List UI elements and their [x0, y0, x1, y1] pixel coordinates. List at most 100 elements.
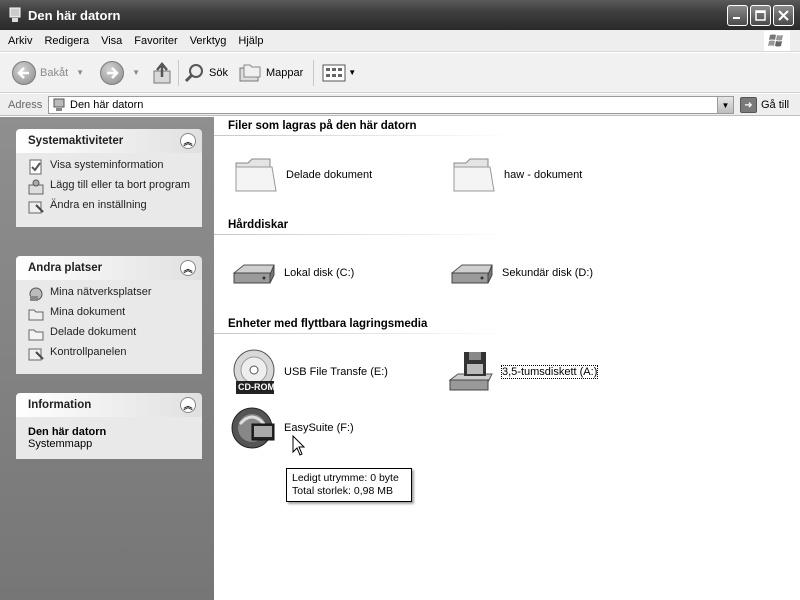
back-dropdown-icon[interactable]: ▼ [76, 68, 84, 77]
toolbar-separator [177, 59, 179, 86]
minimize-icon [733, 17, 740, 19]
place-my-documents[interactable]: Mina dokument [28, 306, 194, 322]
menu-favoriter[interactable]: Favoriter [128, 35, 183, 47]
menu-bar: Arkiv Redigera Visa Favoriter Verktyg Hj… [0, 30, 800, 52]
folders-label: Mappar [265, 66, 304, 79]
search-icon [184, 63, 203, 82]
group-divider [214, 135, 514, 136]
menu-hjalp[interactable]: Hjälp [232, 35, 269, 47]
drive-tooltip: Ledigt utrymme: 0 byte Total storlek: 0,… [286, 468, 412, 502]
folder-icon [453, 158, 495, 192]
forward-dropdown-icon[interactable]: ▼ [132, 68, 140, 77]
information-panel: Information ︽ Den här datorn Systemmapp [16, 393, 202, 459]
forward-button[interactable]: ▼ [100, 58, 140, 88]
place-label: Kontrollpanelen [50, 346, 127, 358]
task-view-system-info[interactable]: Visa systeminformation [28, 159, 194, 175]
mouse-cursor-icon [292, 435, 306, 456]
toolbar-separator [313, 59, 315, 86]
collapse-icon[interactable]: ︽ [180, 133, 196, 149]
item-label: 3,5-tumsdiskett (A:) [500, 365, 599, 379]
maximize-button[interactable] [750, 5, 771, 26]
group-header-files: Filer som lagras på den här datorn [228, 120, 417, 132]
close-button[interactable] [773, 5, 794, 26]
panel-title: Systemaktiviteter [28, 135, 124, 147]
panel-title: Andra platser [28, 262, 103, 274]
drive-local-c[interactable]: Lokal disk (C:) [230, 249, 354, 297]
system-tasks-panel: Systemaktiviteter ︽ Visa systeminformati… [16, 129, 202, 227]
menu-redigera[interactable]: Redigera [38, 35, 95, 47]
toolbar: Bakåt ▼ ▼ Sök Mappar ▼ [0, 53, 800, 93]
info-type: Systemmapp [28, 438, 93, 450]
go-button[interactable]: ➜ Gå till [740, 97, 789, 113]
up-button[interactable] [152, 58, 174, 88]
add-remove-programs-icon [28, 179, 44, 195]
item-label: Lokal disk (C:) [284, 267, 355, 279]
tooltip-total-size: Total storlek: 0,98 MB [292, 485, 393, 497]
panel-title: Information [28, 399, 92, 411]
collapse-icon[interactable]: ︽ [180, 260, 196, 276]
address-field[interactable]: Den här datorn ▼ [48, 96, 734, 114]
folders-icon [239, 64, 261, 81]
folders-button[interactable]: Mappar [238, 58, 303, 88]
menu-arkiv[interactable]: Arkiv [0, 35, 38, 47]
window-title: Den här datorn [28, 7, 121, 23]
go-label: Gå till [761, 99, 790, 111]
place-label: Mina nätverksplatser [50, 286, 152, 298]
task-label: Ändra en inställning [50, 199, 147, 211]
folder-shared-documents[interactable]: Delade dokument [232, 151, 372, 199]
computer-icon [53, 98, 65, 111]
title-bar: Den här datorn [0, 0, 800, 30]
place-shared-documents[interactable]: Delade dokument [28, 326, 194, 342]
computer-icon [9, 7, 21, 22]
place-control-panel[interactable]: Kontrollpanelen [28, 346, 194, 362]
minimize-button[interactable] [727, 5, 748, 26]
task-pane: Systemaktiviteter ︽ Visa systeminformati… [0, 117, 214, 600]
back-button[interactable]: Bakåt ▼ [12, 58, 84, 88]
group-header-removable: Enheter med flyttbara lagringsmedia [228, 318, 428, 330]
item-label: haw - dokument [504, 169, 583, 181]
collapse-icon[interactable]: ︽ [180, 397, 196, 413]
maximize-icon [755, 10, 766, 21]
menu-verktyg[interactable]: Verktyg [184, 35, 233, 47]
folder-haw-documents[interactable]: haw - dokument [450, 151, 582, 199]
search-button[interactable]: Sök [183, 58, 228, 88]
drive-usb-e[interactable]: CD-ROM USB File Transfe (E:) [230, 348, 388, 396]
information-header[interactable]: Information ︽ [16, 393, 202, 417]
system-info-icon [29, 159, 42, 175]
folder-icon [235, 158, 277, 192]
views-icon [322, 64, 346, 81]
task-change-setting[interactable]: Ändra en inställning [28, 199, 194, 215]
address-label: Adress [8, 98, 43, 111]
control-panel-icon [28, 201, 44, 214]
windows-logo-icon [764, 31, 790, 51]
menu-visa[interactable]: Visa [95, 35, 128, 47]
other-places-header[interactable]: Andra platser ︽ [16, 256, 202, 280]
item-label: USB File Transfe (E:) [284, 366, 388, 378]
back-label: Bakåt [40, 66, 69, 79]
tooltip-free-space: Ledigt utrymme: 0 byte [292, 472, 399, 484]
group-divider [214, 333, 514, 334]
drive-floppy-a[interactable]: 3,5-tumsdiskett (A:) [448, 348, 599, 396]
address-bar: Adress Den här datorn ▼ ➜ Gå till [0, 94, 800, 116]
folder-icon [28, 329, 44, 341]
network-icon [29, 287, 43, 301]
address-dropdown-icon[interactable]: ▼ [717, 97, 733, 113]
search-label: Sök [208, 66, 228, 79]
item-label: Delade dokument [286, 169, 373, 181]
task-add-remove-programs[interactable]: Lägg till eller ta bort program [28, 179, 194, 195]
hard-drive-icon [450, 264, 493, 284]
address-value: Den här datorn [70, 99, 144, 111]
back-arrow-icon [12, 60, 36, 85]
place-label: Delade dokument [50, 326, 137, 338]
group-header-drives: Hårddiskar [228, 219, 289, 231]
place-network[interactable]: Mina nätverksplatser [28, 286, 194, 302]
go-arrow-icon: ➜ [740, 97, 757, 113]
views-button[interactable]: ▼ [322, 58, 356, 88]
cd-drive-icon: CD-ROM [230, 348, 278, 396]
item-label: EasySuite (F:) [284, 422, 354, 434]
documents-folder-icon [28, 309, 44, 321]
floppy-drive-icon [448, 352, 493, 391]
item-label: Sekundär disk (D:) [502, 267, 594, 279]
drive-secondary-d[interactable]: Sekundär disk (D:) [448, 249, 593, 297]
system-tasks-header[interactable]: Systemaktiviteter ︽ [16, 129, 202, 153]
